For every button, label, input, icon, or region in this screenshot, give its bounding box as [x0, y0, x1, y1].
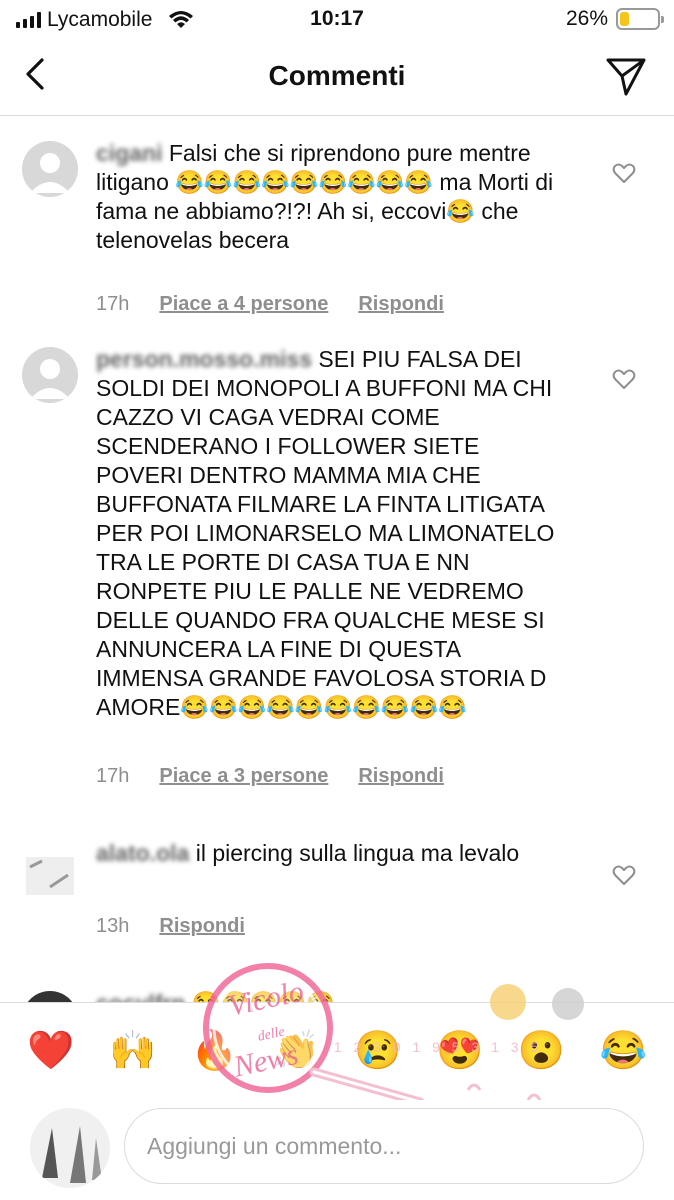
battery-percent: 26%: [565, 7, 608, 30]
reply-button[interactable]: Rispondi: [358, 293, 444, 316]
avatar[interactable]: [22, 991, 78, 1002]
clapping-hands-emoji-button[interactable]: 👏: [272, 1032, 319, 1070]
comment-username[interactable]: person.mosso.miss: [96, 346, 312, 372]
status-bar: Lycamobile 10:17 26%: [0, 0, 674, 40]
comment-body: alato.ola il piercing sulla lingua ma le…: [96, 839, 564, 868]
comment: person.mosso.miss SEI PIU FALSA DEI SOLD…: [0, 345, 674, 805]
comment-body: person.mosso.miss SEI PIU FALSA DEI SOLD…: [96, 345, 564, 722]
comment-username[interactable]: cigani: [96, 140, 162, 166]
comment-text: 😂😂😂😂😂: [192, 990, 335, 1002]
comments-list[interactable]: cigani Falsi che si riprendono pure ment…: [0, 117, 674, 1002]
paper-plane-icon[interactable]: [604, 54, 648, 98]
comment-username[interactable]: alato.ola: [96, 840, 189, 866]
comment-meta: 17h Piace a 4 persone Rispondi: [96, 293, 444, 316]
emoji-reaction-bar: ❤️ 🙌 🔥 👏 😢 😍 😮 😂: [0, 1002, 674, 1098]
surprised-face-emoji-button[interactable]: 😮: [518, 1032, 565, 1070]
header: Commenti: [0, 40, 674, 116]
avatar[interactable]: [22, 347, 78, 403]
comment-composer: [0, 1100, 674, 1200]
heart-icon[interactable]: [612, 161, 636, 185]
comment-text: il piercing sulla lingua ma levalo: [195, 840, 520, 866]
reply-button[interactable]: Rispondi: [358, 765, 444, 788]
avatar[interactable]: [22, 141, 78, 197]
page-title: Commenti: [268, 60, 406, 91]
my-avatar: [30, 1108, 110, 1188]
avatar[interactable]: [22, 847, 78, 903]
reply-button[interactable]: Rispondi: [159, 915, 245, 938]
comment-time: 13h: [96, 915, 130, 937]
heart-icon[interactable]: [612, 863, 636, 887]
heart-eyes-emoji-button[interactable]: 😍: [436, 1032, 483, 1070]
battery-icon: [616, 8, 664, 30]
comment-meta: 17h Piace a 3 persone Rispondi: [96, 765, 444, 788]
comment-text: SEI PIU FALSA DEI SOLDI DEI MONOPOLI A B…: [96, 346, 555, 720]
comment-text: Falsi che si riprendono pure mentre liti…: [96, 140, 554, 253]
comment: alato.ola il piercing sulla lingua ma le…: [0, 839, 674, 949]
heart-icon[interactable]: [612, 367, 636, 391]
likes-link[interactable]: Piace a 3 persone: [159, 765, 328, 788]
comment: cigani Falsi che si riprendono pure ment…: [0, 139, 674, 329]
crying-face-emoji-button[interactable]: 😢: [354, 1032, 401, 1070]
red-heart-emoji-button[interactable]: ❤️: [27, 1032, 74, 1070]
fire-emoji-button[interactable]: 🔥: [191, 1032, 238, 1070]
comment-time: 17h: [96, 765, 130, 787]
comment-time: 17h: [96, 293, 130, 315]
comment: cocylfrn 😂😂😂😂😂: [0, 989, 674, 1002]
likes-link[interactable]: Piace a 4 persone: [159, 293, 328, 316]
comment-meta: 13h Rispondi: [96, 915, 245, 938]
tears-of-joy-emoji-button[interactable]: 😂: [599, 1032, 646, 1070]
comment-input[interactable]: [124, 1108, 644, 1184]
comment-body: cigani Falsi che si riprendono pure ment…: [96, 139, 564, 255]
comment-body: cocylfrn 😂😂😂😂😂: [96, 989, 564, 1002]
raising-hands-emoji-button[interactable]: 🙌: [109, 1032, 156, 1070]
comment-username[interactable]: cocylfrn: [96, 990, 185, 1002]
